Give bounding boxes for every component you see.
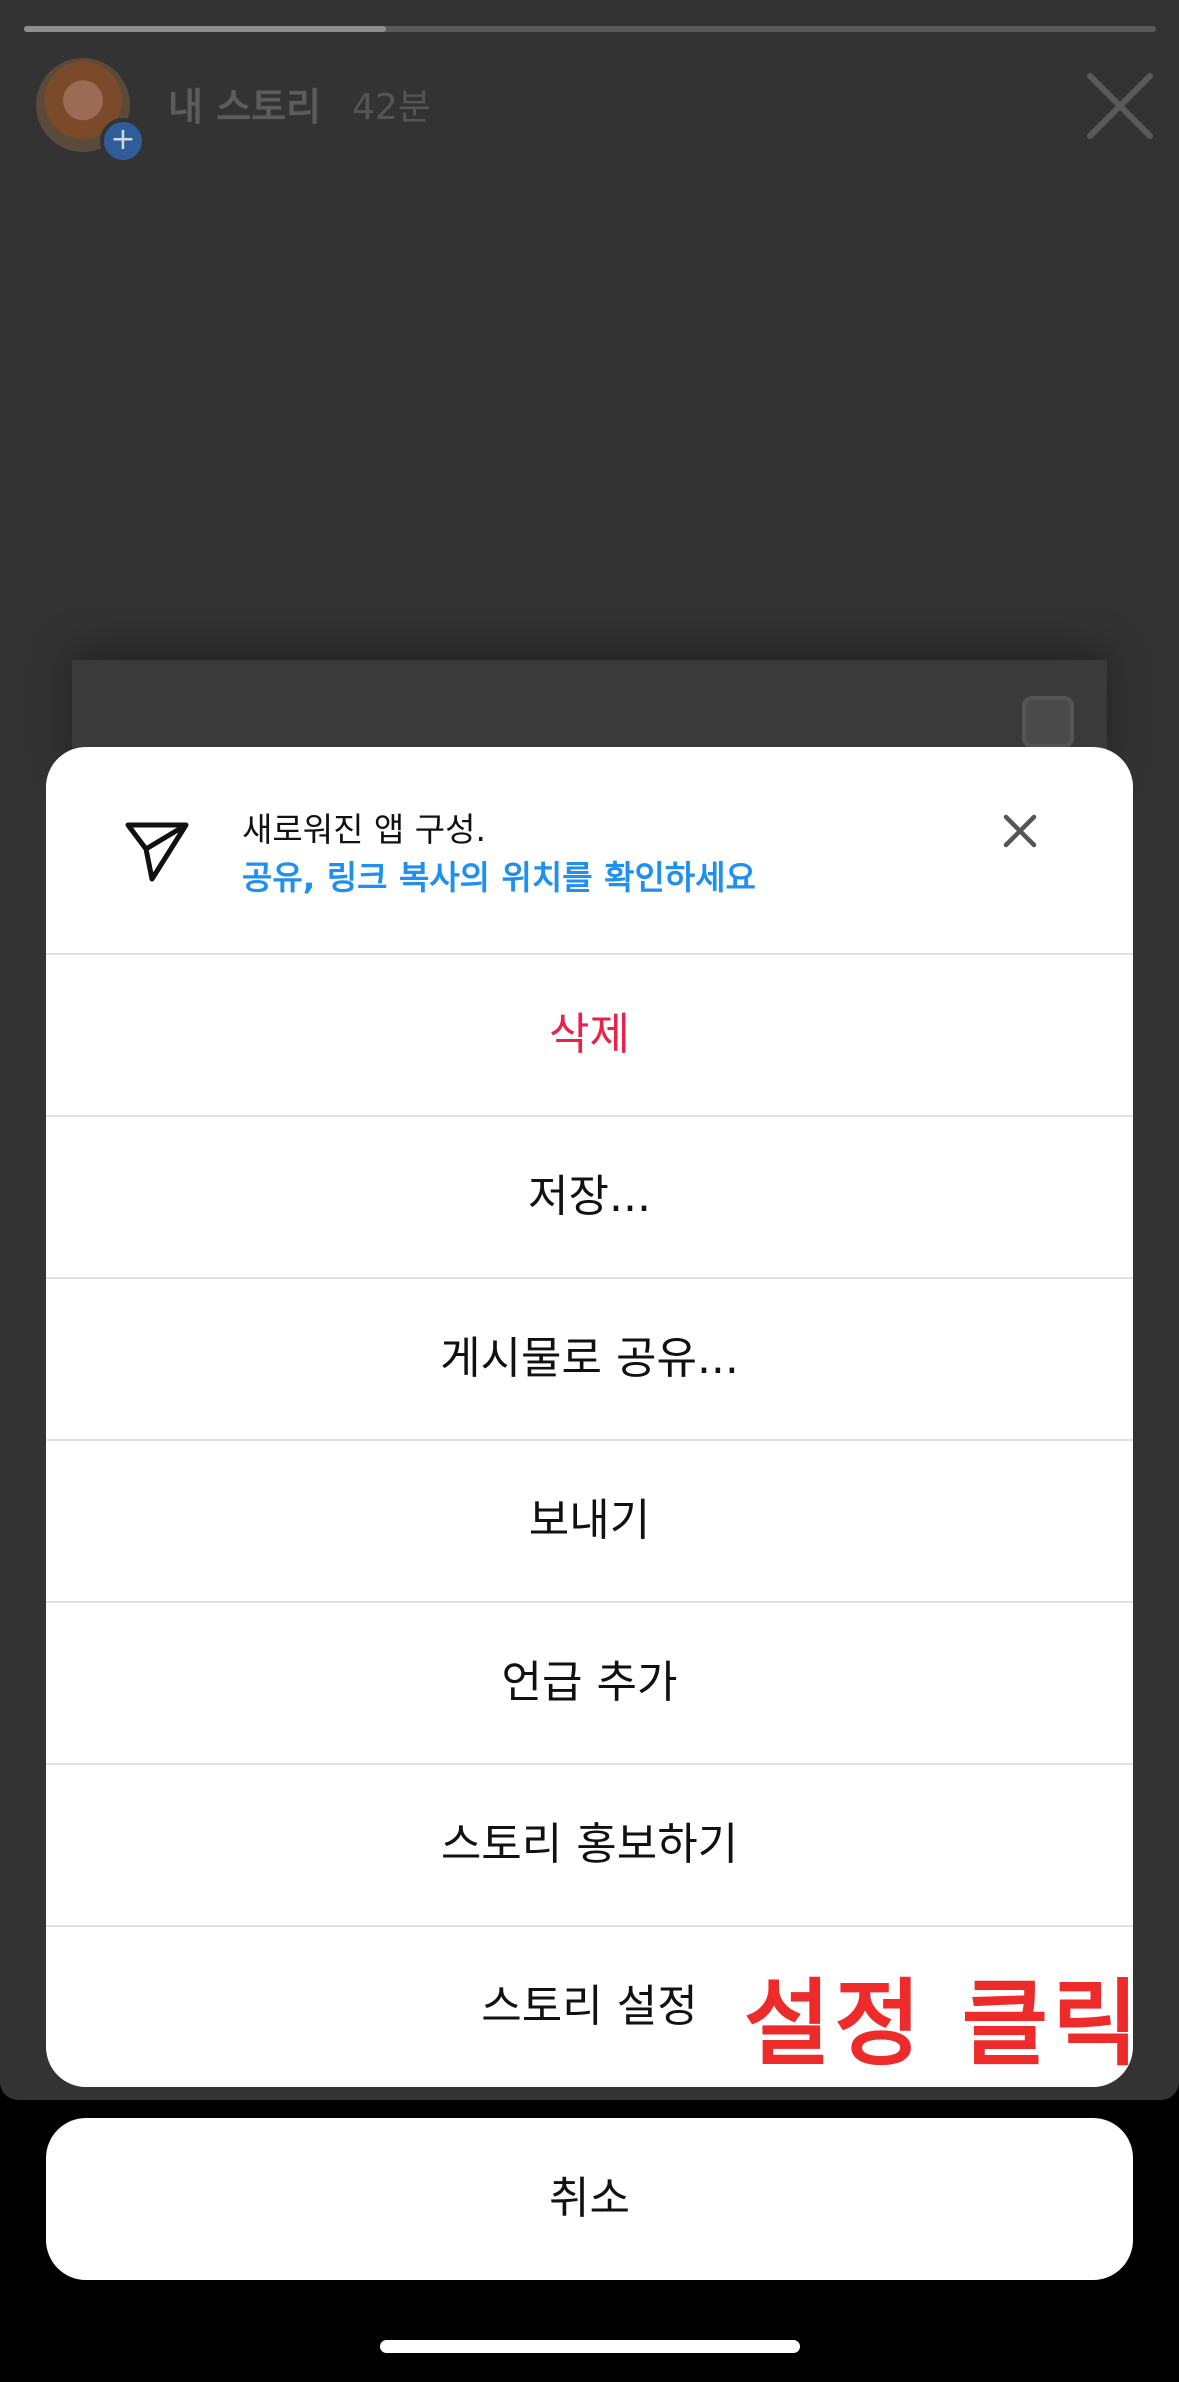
send-button[interactable]: 보내기 — [46, 1440, 1133, 1603]
banner-link[interactable]: 공유, 링크 복사의 위치를 확인하세요 — [242, 851, 756, 899]
story-progress-bar — [24, 26, 1156, 32]
story-username: 내 스토리 — [168, 85, 322, 129]
add-story-icon[interactable]: + — [100, 118, 146, 164]
save-button[interactable]: 저장... — [46, 1116, 1133, 1279]
story-timestamp: 42분 — [352, 87, 431, 128]
cancel-button[interactable]: 취소 — [46, 2118, 1133, 2280]
banner-title: 새로워진 앱 구성. — [242, 810, 486, 849]
annotation-label: 설정 클릭 — [744, 1970, 1143, 2079]
add-mention-button[interactable]: 언급 추가 — [46, 1602, 1133, 1765]
new-layout-banner: 새로워진 앱 구성. 공유, 링크 복사의 위치를 확인하세요 — [46, 747, 1133, 955]
banner-close-icon[interactable] — [998, 809, 1042, 853]
copy-icon — [1022, 696, 1074, 748]
close-icon[interactable] — [1084, 70, 1156, 142]
story-progress-fill — [24, 26, 387, 32]
home-indicator — [380, 2340, 800, 2353]
promote-story-button[interactable]: 스토리 홍보하기 — [46, 1764, 1133, 1927]
share-as-post-button[interactable]: 게시물로 공유... — [46, 1278, 1133, 1441]
delete-button[interactable]: 삭제 — [46, 954, 1133, 1117]
send-icon — [125, 822, 189, 882]
action-sheet: 새로워진 앱 구성. 공유, 링크 복사의 위치를 확인하세요 삭제 저장...… — [46, 747, 1133, 2087]
